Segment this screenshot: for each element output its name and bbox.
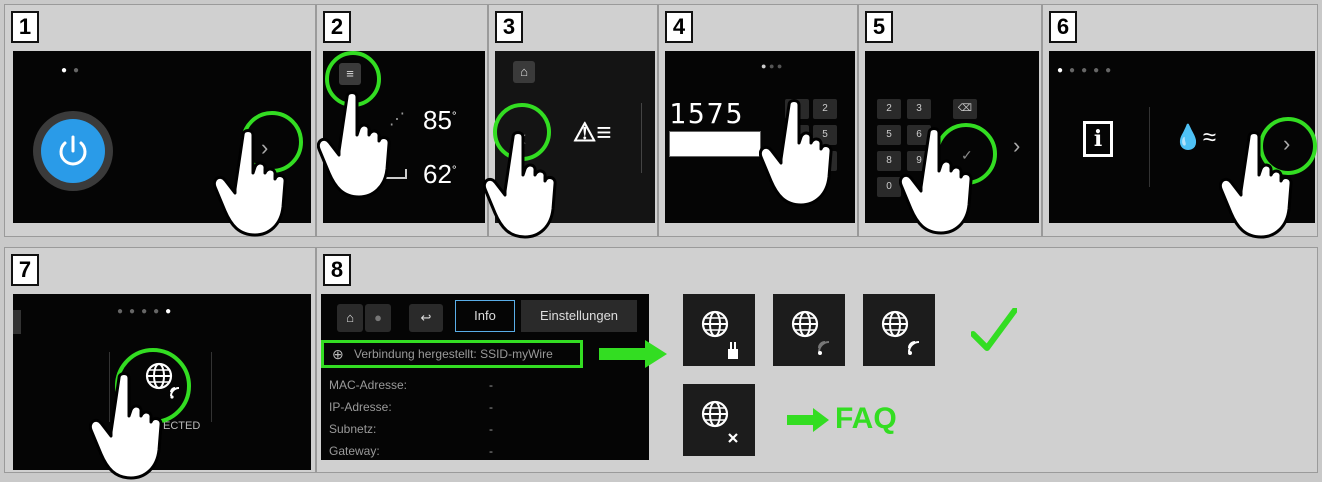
info-label: IP-Adresse:: [329, 400, 392, 414]
key[interactable]: 0: [877, 177, 901, 197]
hand-pointer-icon: [89, 372, 163, 480]
hand-pointer-icon: [1219, 131, 1293, 239]
step-3-panel: 3 ⌂ ‹ ⚠≡: [483, 4, 658, 239]
hand-pointer-icon: [759, 99, 833, 207]
key[interactable]: 3: [907, 99, 931, 119]
step-number: 4: [665, 11, 693, 43]
side-tab: [13, 310, 21, 334]
info-value: -: [489, 378, 493, 392]
info-label: MAC-Adresse:: [329, 378, 408, 392]
page-dots: ●●●●●: [117, 306, 178, 317]
info-icon: i: [1083, 121, 1113, 157]
globe-wifi-icon: ⊕: [332, 346, 344, 362]
tab-info[interactable]: Info: [455, 300, 515, 332]
divider: [1149, 107, 1150, 187]
step-7-panel: 7 ●●●●● ECTED: [4, 247, 316, 480]
page-dots: ●●: [61, 65, 86, 76]
home-button[interactable]: ⌂: [337, 304, 363, 332]
power-button[interactable]: [31, 109, 115, 193]
step-number: 5: [865, 11, 893, 43]
step-number: 6: [1049, 11, 1077, 43]
user-icon: ● ● ●: [761, 61, 783, 71]
step-number: 8: [323, 254, 351, 286]
backspace-key[interactable]: ⌫: [953, 99, 977, 119]
hand-pointer-icon: [483, 131, 557, 239]
step-number: 1: [11, 11, 39, 43]
tab-settings[interactable]: Einstellungen: [521, 300, 637, 332]
globe-wifi-icon: [773, 294, 845, 366]
hand-pointer-icon: [213, 129, 287, 237]
step-1-panel: 1 ●● i ›: [4, 4, 316, 237]
arrow-right-icon: [599, 340, 667, 368]
key[interactable]: 8: [877, 151, 901, 171]
chevron-right-icon[interactable]: ›: [1013, 133, 1020, 159]
info-value: -: [489, 422, 493, 436]
water-icon: 💧≈: [1173, 124, 1217, 151]
step-number: 2: [323, 11, 351, 43]
step-number: 3: [495, 11, 523, 43]
user-button[interactable]: ●: [365, 304, 391, 332]
globe-wifi-icon: [863, 294, 935, 366]
key[interactable]: 2: [877, 99, 901, 119]
hand-pointer-icon: [899, 127, 973, 235]
connection-status: ⊕ Verbindung hergestellt: SSID-myWire: [321, 340, 583, 368]
step-4-panel: 4 ● ● ● 1575 1 2 4 5 7 8: [658, 4, 858, 237]
home-button[interactable]: ⌂: [513, 61, 535, 83]
step-number: 7: [11, 254, 39, 286]
step-5-panel: 5 2 3 ⌫ 5 6 8 9 0 ✓ ›: [858, 4, 1042, 237]
step-6-panel: 6 ●●●●● i 💧≈ ›: [1042, 4, 1318, 239]
pin-code-display: 1575: [669, 97, 745, 130]
device-screen: ⌂ ● ↩ Info Einstellungen ⊕ Verbindung he…: [321, 294, 649, 460]
temperature-1: 85°: [423, 105, 457, 135]
hand-pointer-icon: [317, 91, 391, 199]
step-8-panel: 8 ⌂ ● ↩ Info Einstellungen ⊕ Verbindung …: [316, 247, 1318, 473]
temperature-2: 62°: [423, 159, 457, 189]
info-value: -: [489, 444, 493, 458]
page-dots: ●●●●●: [1057, 65, 1118, 76]
step-2-panel: 2 ≡ ⋰ 85° 62°: [316, 4, 488, 237]
faq-link[interactable]: FAQ: [835, 402, 897, 436]
info-label: Subnetz:: [329, 422, 377, 436]
connection-text: Verbindung hergestellt: SSID-myWire: [354, 347, 553, 361]
key[interactable]: 5: [877, 125, 901, 145]
pin-boxes: [669, 131, 761, 157]
arrow-right-icon: [787, 408, 829, 432]
divider: [211, 352, 212, 422]
globe-ethernet-icon: [683, 294, 755, 366]
info-label: Gateway:: [329, 444, 380, 458]
warning-list-icon: ⚠≡: [573, 117, 612, 147]
globe-offline-icon: [683, 384, 755, 456]
back-arrow-button[interactable]: ↩: [409, 304, 443, 332]
info-value: -: [489, 400, 493, 414]
divider: [641, 103, 642, 173]
checkmark-icon: [971, 308, 1017, 351]
